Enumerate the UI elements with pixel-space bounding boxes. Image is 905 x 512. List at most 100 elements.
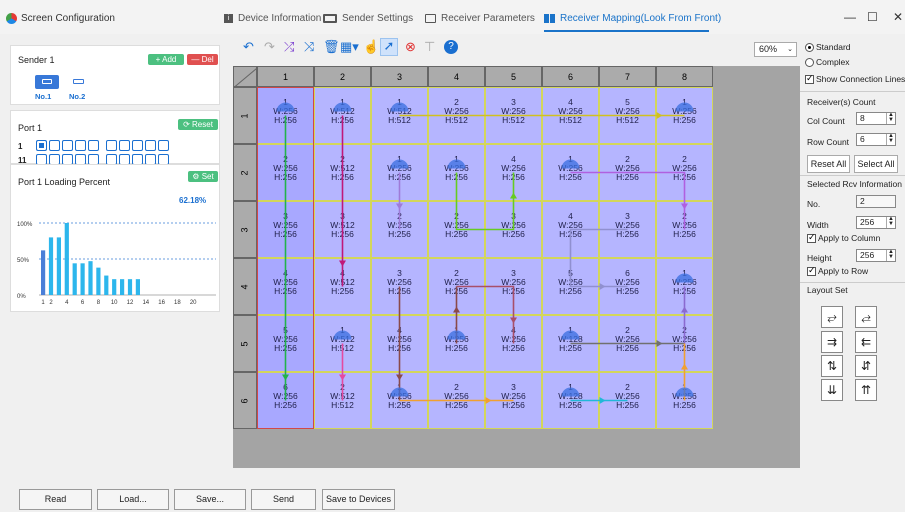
receiver-cell[interactable]: 1 W:512 H:512 [314, 315, 371, 372]
receiver-cell[interactable]: 2 W:256 H:256 [599, 144, 656, 201]
receiver-cell[interactable]: 4 W:256 H:256 [257, 258, 314, 315]
tab-receiver-parameters[interactable]: Receiver Parameters [425, 13, 535, 24]
layout-cols-up-icon[interactable]: ⇈ [855, 379, 877, 401]
sender-device-1[interactable] [35, 75, 59, 89]
grid-layout-icon[interactable]: ▦▾ [340, 40, 359, 54]
receiver-cell[interactable]: 6 W:256 H:256 [599, 258, 656, 315]
receiver-cell[interactable]: 4 W:256 H:256 [371, 315, 428, 372]
receiver-cell[interactable]: 1 W:256 H:256 [428, 315, 485, 372]
spinner-arrows-icon[interactable]: ▲ ▼ [886, 133, 895, 145]
receiver-cell[interactable]: 1 W:256 H:256 [656, 258, 713, 315]
port-slot[interactable] [158, 140, 169, 151]
reset-all-button[interactable]: Reset All [807, 155, 850, 173]
receiver-cell[interactable]: 4 W:256 H:512 [542, 87, 599, 144]
receiver-cell[interactable]: 3 W:256 H:512 [485, 87, 542, 144]
auto-connect-icon[interactable]: ⤨ [304, 40, 314, 54]
standard-radio[interactable]: Standard [805, 42, 851, 53]
receiver-cell[interactable]: 4 W:256 H:256 [542, 201, 599, 258]
column-header[interactable]: 5 [485, 66, 542, 87]
send-button[interactable]: Send [251, 489, 316, 510]
clear-lines-icon[interactable]: ⤮ [284, 40, 294, 54]
layout-cols-down-icon[interactable]: ⇊ [821, 379, 843, 401]
undo-icon[interactable]: ↶ [243, 40, 254, 54]
height-input[interactable]: 256 ▲ ▼ [856, 249, 896, 262]
receiver-cell[interactable]: 3 W:256 H:256 [485, 258, 542, 315]
row-header[interactable]: 3 [233, 201, 257, 258]
column-header[interactable]: 4 [428, 66, 485, 87]
port-slot[interactable] [62, 140, 73, 151]
close-button[interactable]: ✕ [893, 10, 903, 24]
tab-device-information[interactable]: i Device Information [224, 13, 321, 24]
port-slot[interactable] [36, 140, 47, 151]
receiver-cell[interactable]: 3 W:256 H:256 [599, 201, 656, 258]
row-header[interactable]: 1 [233, 87, 257, 144]
delete-sender-button[interactable]: — Del [187, 54, 218, 65]
receiver-cell[interactable]: 3 W:256 H:256 [485, 372, 542, 429]
receiver-cell[interactable]: 2 W:256 H:256 [428, 372, 485, 429]
column-header[interactable]: 3 [371, 66, 428, 87]
receiver-cell[interactable]: 2 W:256 H:256 [599, 315, 656, 372]
receiver-cell[interactable]: 1 W:512 H:512 [371, 87, 428, 144]
help-icon[interactable]: ? [444, 40, 458, 54]
delete-icon[interactable]: 🗑 [323, 40, 340, 54]
spinner-arrows-icon[interactable]: ▲ ▼ [886, 216, 895, 228]
receiver-cell[interactable]: 1 W:128 H:256 [542, 315, 599, 372]
layout-snake-up-icon[interactable]: ⇵ [855, 355, 877, 377]
save-button[interactable]: Save... [174, 489, 246, 510]
receiver-cell[interactable]: 2 W:256 H:512 [428, 87, 485, 144]
row-count-input[interactable]: 6 ▲ ▼ [856, 133, 896, 146]
width-input[interactable]: 256 ▲ ▼ [856, 216, 896, 229]
column-header[interactable]: 2 [314, 66, 371, 87]
receiver-cell[interactable]: 5 W:256 H:512 [599, 87, 656, 144]
select-all-button[interactable]: Select All [854, 155, 898, 173]
add-sender-button[interactable]: + Add [148, 54, 184, 65]
tab-receiver-mapping[interactable]: Receiver Mapping(Look From Front) [544, 13, 721, 24]
receiver-cell[interactable]: 5 W:256 H:256 [542, 258, 599, 315]
apply-row-checkbox[interactable]: Apply to Row [807, 265, 868, 277]
complex-radio[interactable]: Complex [805, 57, 850, 68]
receiver-cell[interactable]: 2 W:256 H:256 [428, 258, 485, 315]
spinner-arrows-icon[interactable]: ▲ ▼ [886, 249, 895, 261]
load-button[interactable]: Load... [97, 489, 169, 510]
maximize-button[interactable]: ☐ [867, 10, 878, 24]
redo-icon[interactable]: ↷ [264, 40, 275, 54]
loading-set-button[interactable]: ⚙ Set [188, 171, 218, 182]
receiver-cell[interactable]: 2 W:256 H:256 [656, 315, 713, 372]
read-button[interactable]: Read [19, 489, 92, 510]
row-header[interactable]: 2 [233, 144, 257, 201]
receiver-cell[interactable]: 2 W:256 H:256 [371, 201, 428, 258]
receiver-cell[interactable]: 2 W:256 H:256 [257, 144, 314, 201]
column-header[interactable]: 8 [656, 66, 713, 87]
port-slot[interactable] [132, 140, 143, 151]
row-header[interactable]: 5 [233, 315, 257, 372]
receiver-cell[interactable]: 4 W:256 H:256 [485, 144, 542, 201]
receiver-cell[interactable]: 3 W:256 H:256 [371, 258, 428, 315]
row-header[interactable]: 6 [233, 372, 257, 429]
column-header[interactable]: 7 [599, 66, 656, 87]
port-slot[interactable] [49, 140, 60, 151]
port-reset-button[interactable]: ⟳ Reset [178, 119, 218, 130]
split-icon[interactable]: ⊤ [424, 40, 435, 54]
tab-sender-settings[interactable]: Sender Settings [323, 13, 413, 24]
cancel-icon[interactable]: ⊗ [405, 40, 416, 54]
save-to-devices-button[interactable]: Save to Devices [322, 489, 395, 510]
receiver-cell[interactable]: 1 W:512 H:256 [314, 87, 371, 144]
port-slot[interactable] [88, 140, 99, 151]
receiver-cell[interactable]: 3 W:256 H:256 [485, 201, 542, 258]
layout-snake-right-icon[interactable]: ⥄ [855, 306, 877, 328]
receiver-cell[interactable]: 2 W:512 H:512 [314, 372, 371, 429]
layout-rows-right-icon[interactable]: ⇉ [821, 331, 843, 353]
layout-snake-left-icon[interactable]: ⥂ [821, 306, 843, 328]
zoom-select[interactable]: 60% ⌄ [754, 42, 797, 57]
receiver-cell[interactable]: 4 W:512 H:256 [314, 258, 371, 315]
layout-snake-down-icon[interactable]: ⇅ [821, 355, 843, 377]
sender-device-2[interactable] [68, 75, 90, 89]
layout-rows-left-icon[interactable]: ⇇ [855, 331, 877, 353]
receiver-cell[interactable]: 1 W:256 H:256 [371, 372, 428, 429]
receiver-cell[interactable]: 1 W:256 H:256 [656, 372, 713, 429]
pointer-icon[interactable]: ➚ [380, 38, 398, 56]
apply-column-checkbox[interactable]: Apply to Column [807, 232, 880, 244]
column-header[interactable]: 6 [542, 66, 599, 87]
row-header[interactable]: 4 [233, 258, 257, 315]
spinner-arrows-icon[interactable]: ▲ ▼ [886, 112, 895, 124]
